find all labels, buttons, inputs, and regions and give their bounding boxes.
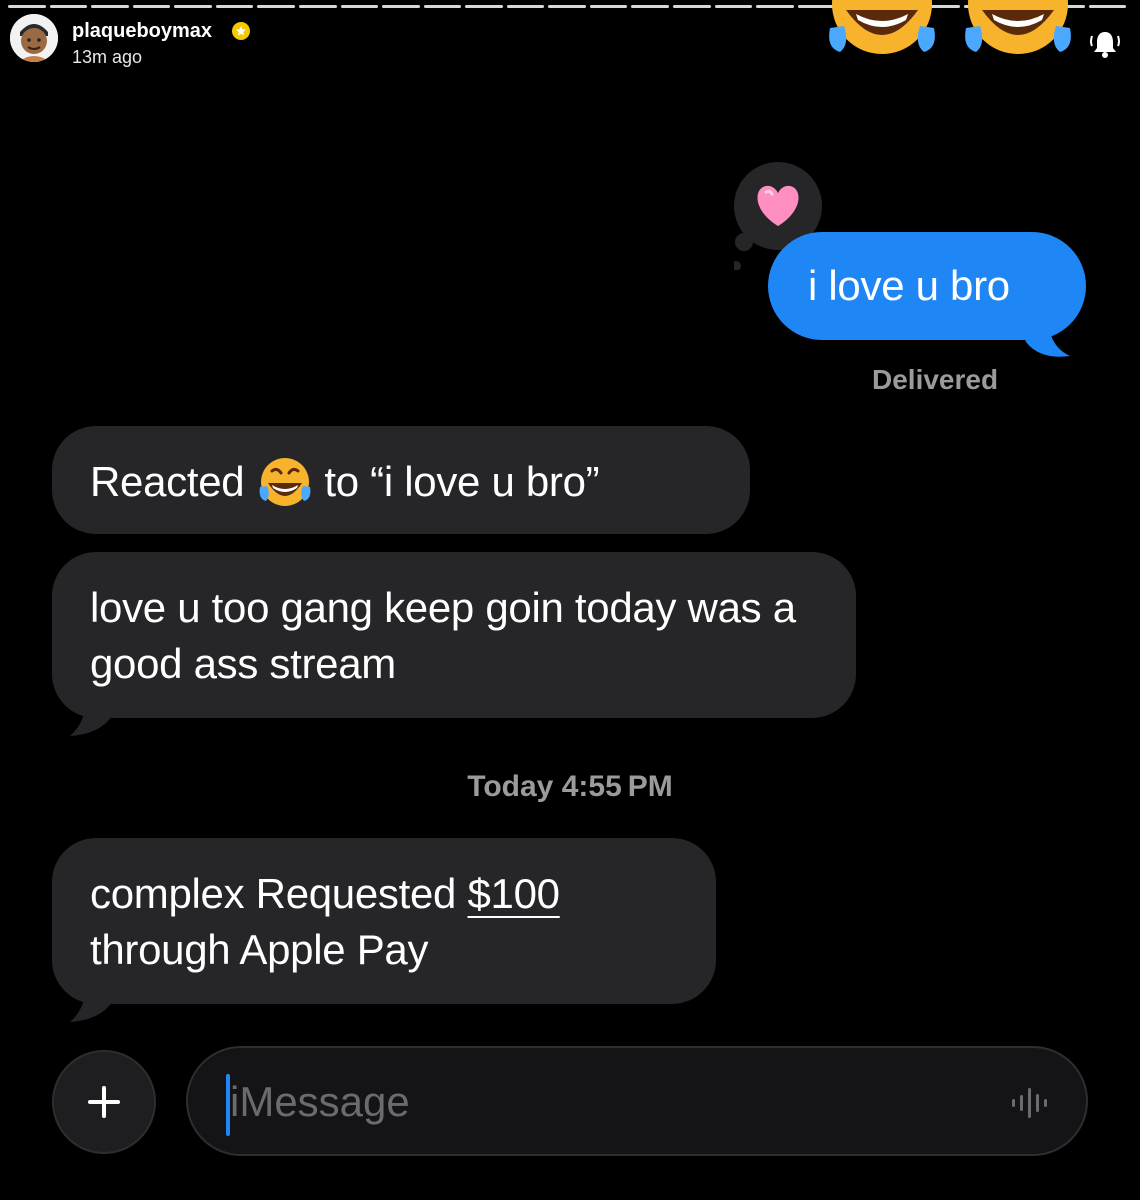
story-progress-segment bbox=[1088, 5, 1127, 8]
story-progress-segment bbox=[257, 5, 295, 8]
story-time-ago: 13m ago bbox=[72, 47, 143, 67]
imessage-input[interactable]: iMessage bbox=[186, 1046, 1088, 1156]
story-progress-segment bbox=[756, 5, 794, 8]
story-progress-segment bbox=[8, 5, 46, 8]
story-progress-segment bbox=[382, 5, 420, 8]
story-progress-segment bbox=[589, 5, 628, 8]
timestamp-day: Today bbox=[467, 770, 554, 803]
star-badge-icon bbox=[232, 22, 250, 40]
story-progress-segment bbox=[548, 5, 586, 8]
timestamp-time: 4:55 PM bbox=[561, 770, 673, 803]
waveform-icon[interactable] bbox=[1008, 1086, 1058, 1120]
laughing-emoji-sticker bbox=[829, 0, 935, 54]
story-progress-segment bbox=[423, 5, 462, 8]
story-progress-segment bbox=[465, 5, 503, 8]
add-attachment-button[interactable] bbox=[52, 1050, 156, 1154]
story-username[interactable]: plaqueboymax bbox=[72, 20, 212, 43]
story-progress-segment bbox=[91, 5, 129, 8]
payment-amount-link[interactable]: $100 bbox=[467, 870, 560, 917]
laughing-crying-emoji-icon bbox=[259, 458, 311, 506]
reaction-prefix: Reacted bbox=[90, 458, 245, 505]
payment-text-before: complex Requested bbox=[90, 870, 468, 917]
story-progress-segment bbox=[298, 5, 337, 8]
story-progress-segment bbox=[132, 5, 171, 8]
message-text: love u too gang keep goin today was a go… bbox=[90, 584, 796, 687]
payment-text-after: through Apple Pay bbox=[90, 926, 429, 973]
outgoing-message-bubble[interactable]: i love u bro bbox=[768, 232, 1086, 340]
bubble-tail bbox=[70, 978, 116, 1022]
story-progress-segment bbox=[631, 5, 669, 8]
bitmoji-avatar-icon bbox=[10, 14, 58, 62]
apple-pay-request-bubble[interactable]: complex Requested $100 through Apple Pay bbox=[52, 838, 716, 1004]
delivery-status: Delivered bbox=[872, 364, 999, 395]
story-progress-segment bbox=[49, 5, 88, 8]
reaction-suffix: to “i love u bro” bbox=[324, 458, 600, 505]
incoming-message-bubble[interactable]: love u too gang keep goin today was a go… bbox=[52, 552, 856, 718]
laughing-emoji-sticker bbox=[965, 0, 1071, 54]
story-progress-bar bbox=[8, 5, 1127, 8]
incoming-reaction-message[interactable]: Reacted to “i love u bro” bbox=[52, 426, 750, 534]
story-progress-segment bbox=[215, 5, 254, 8]
story-progress-segment bbox=[340, 5, 379, 8]
message-text: i love u bro bbox=[808, 262, 1010, 309]
story-progress-segment bbox=[174, 5, 212, 8]
plus-icon bbox=[88, 1086, 120, 1118]
input-placeholder: iMessage bbox=[230, 1078, 410, 1125]
bell-icon[interactable] bbox=[1090, 28, 1120, 60]
avatar[interactable] bbox=[10, 14, 58, 62]
story-progress-segment bbox=[673, 5, 711, 8]
bubble-tail bbox=[70, 692, 116, 736]
message-timestamp: Today 4:55 PM bbox=[0, 770, 1140, 804]
story-progress-segment bbox=[506, 5, 545, 8]
story-progress-segment bbox=[714, 5, 753, 8]
